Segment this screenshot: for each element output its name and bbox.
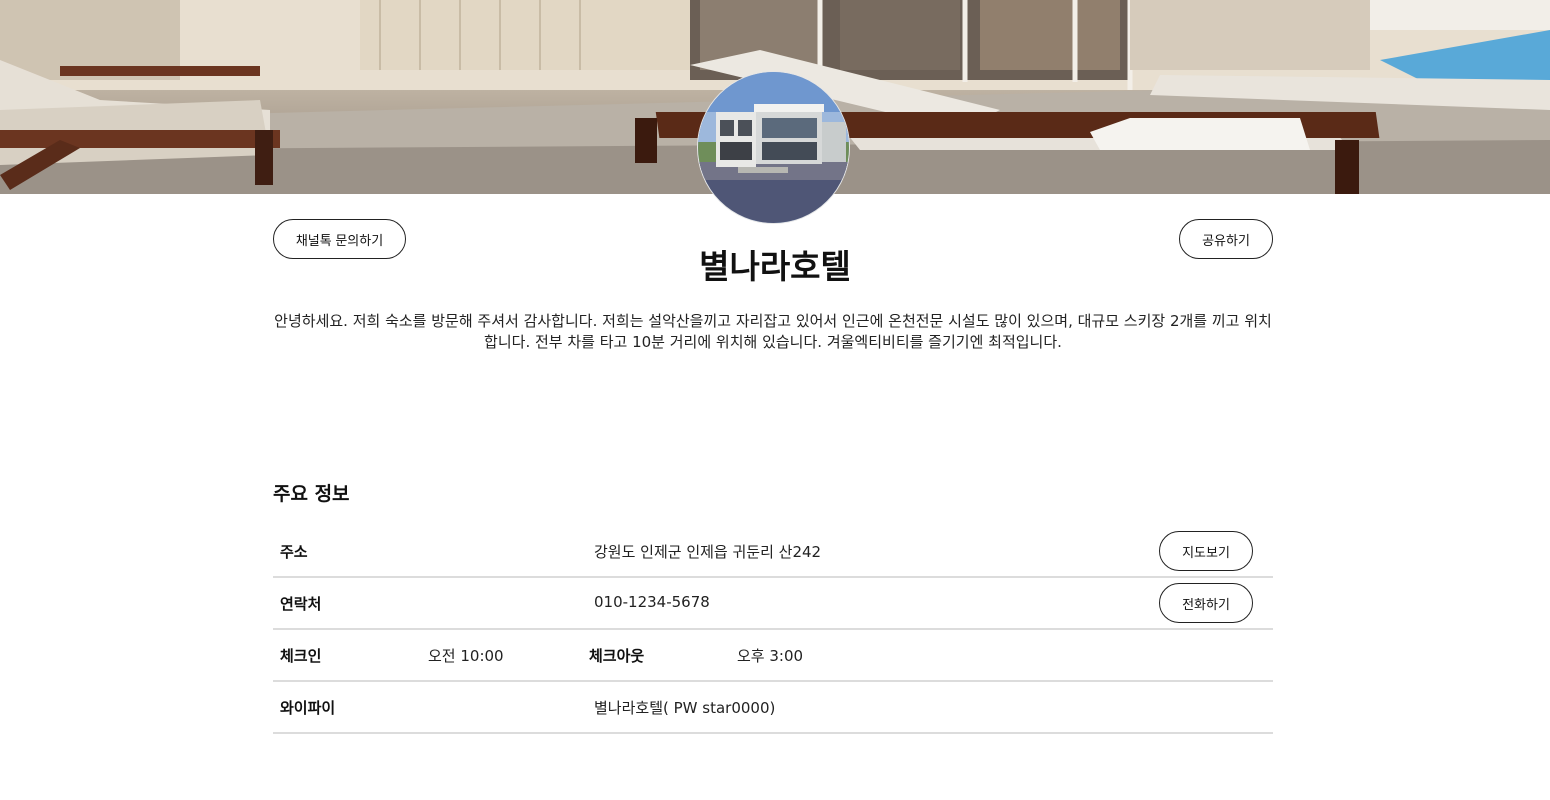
hotel-name: 별나라호텔 [699, 247, 851, 286]
view-map-button[interactable]: 지도보기 [1159, 531, 1253, 571]
call-button[interactable]: 전화하기 [1159, 583, 1253, 623]
checkin-row: 체크인 오전 10:00 체크아웃 오후 3:00 [273, 631, 1273, 682]
address-row: 주소 강원도 인제군 인제읍 귀둔리 산242 [273, 527, 1273, 578]
contact-value: 010-1234-5678 [594, 593, 710, 611]
wifi-value: 별나라호텔( PW star0000) [594, 699, 776, 717]
address-label: 주소 [280, 543, 308, 561]
hotel-description: 안녕하세요. 저희 숙소를 방문해 주셔서 감사합니다. 저희는 설악산을끼고 … [274, 312, 1272, 351]
hotel-building-icon [698, 72, 849, 223]
checkin-value: 오전 10:00 [428, 647, 504, 665]
call-button-label: 전화하기 [1182, 596, 1230, 612]
main-info-title: 주요 정보 [273, 483, 350, 505]
checkin-label: 체크인 [280, 647, 322, 665]
checkout-value: 오후 3:00 [737, 647, 804, 665]
contact-label: 연락처 [280, 595, 322, 613]
checkout-label: 체크아웃 [589, 647, 645, 665]
wifi-row: 와이파이 별나라호텔( PW star0000) [273, 683, 1273, 734]
hotel-avatar [697, 71, 850, 224]
contact-row: 연락처 010-1234-5678 [273, 579, 1273, 630]
view-map-button-label: 지도보기 [1182, 544, 1230, 560]
address-value: 강원도 인제군 인제읍 귀둔리 산242 [594, 543, 822, 561]
wifi-label: 와이파이 [280, 699, 336, 717]
